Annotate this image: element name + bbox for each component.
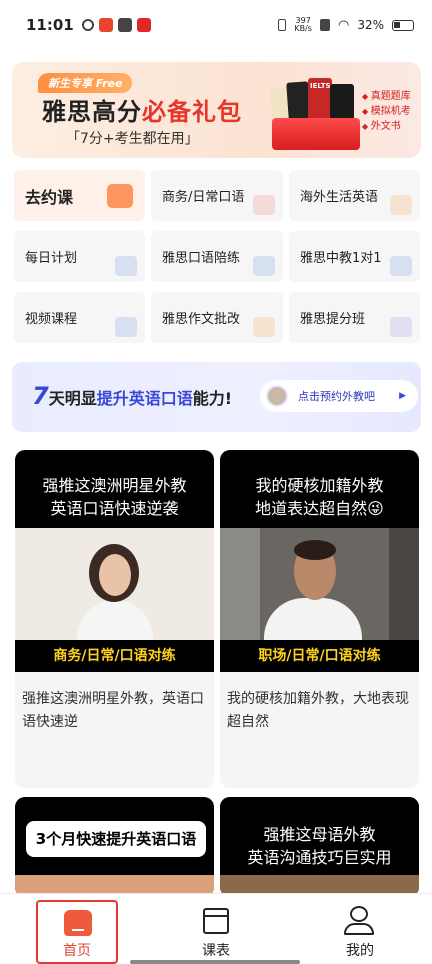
book-icon	[390, 256, 412, 276]
status-bar: 11:01 397 KB/s ◠ 32%	[0, 0, 432, 50]
app-notification-icon	[136, 18, 151, 32]
plane-icon	[390, 195, 412, 215]
banner-title: 雅思高分必备礼包	[42, 98, 242, 126]
gesture-bar[interactable]	[130, 960, 300, 964]
wifi-icon: ◠	[337, 17, 350, 33]
tutor-avatar	[266, 385, 288, 407]
book-tutor-button[interactable]: 点击预约外教吧 ▶	[260, 380, 418, 412]
grid-item-book-class[interactable]: 去约课	[14, 170, 145, 221]
card-headline: 强推这母语外教 英语沟通技巧巨实用	[220, 797, 419, 877]
grid-item-ielts-speaking[interactable]: 雅思口语陪练	[151, 231, 283, 282]
new-user-badge: 新生专享 Free	[38, 73, 133, 93]
feature-grid: 去约课 商务/日常口语 海外生活英语 每日计划 雅思口语陪练 雅思中教1对1 视…	[14, 170, 420, 343]
feature-item: 外文书	[362, 121, 401, 132]
grid-item-overseas-english[interactable]: 海外生活英语	[289, 170, 420, 221]
image-icon	[253, 317, 275, 337]
banner-features: 真题题库 模拟机考 外文书	[362, 89, 411, 134]
tab-home[interactable]: 首页	[36, 900, 118, 964]
video-card[interactable]: 3个月快速提升英语口语	[15, 797, 214, 897]
battery-icon	[392, 19, 414, 31]
play-arrow-icon: ▶	[399, 391, 406, 401]
tab-schedule[interactable]: 课表	[166, 894, 266, 964]
home-icon	[64, 910, 92, 936]
vibrate-icon	[278, 19, 287, 31]
calendar-icon	[107, 184, 133, 208]
banner-subtitle: 「7分+考生都在用」	[66, 131, 199, 147]
book-icon	[115, 256, 137, 276]
sim-icon	[319, 19, 330, 31]
feature-item: 真题题库	[362, 91, 411, 102]
chart-icon	[253, 256, 275, 276]
card-headline: 3个月快速提升英语口语	[26, 821, 206, 857]
user-icon-body	[344, 923, 374, 935]
app-notification-icon	[81, 19, 94, 31]
tutor-photo	[15, 528, 214, 640]
calendar-icon-line	[203, 915, 229, 917]
tutor-photo	[220, 528, 419, 640]
network-speed: 397 KB/s	[294, 16, 312, 33]
card-description: 我的硬核加籍外教，大地表现超自然	[227, 691, 409, 730]
grid-item-business-speaking[interactable]: 商务/日常口语	[151, 170, 283, 221]
card-tag-strip: 职场/日常/口语对练	[220, 640, 419, 672]
video-card[interactable]: 强推这母语外教 英语沟通技巧巨实用	[220, 797, 419, 897]
card-headline: 强推这澳洲明星外教 英语口语快速逆袭	[15, 450, 214, 528]
clock: 11:01	[26, 16, 74, 34]
doc-icon	[390, 317, 412, 337]
user-icon	[350, 906, 368, 922]
calendar-icon	[203, 908, 229, 934]
video-card[interactable]: 我的硬核加籍外教 地道表达超自然😜 职场/日常/口语对练 我的硬核加籍外教，大地…	[220, 450, 419, 788]
grid-item-daily-plan[interactable]: 每日计划	[14, 231, 145, 282]
feature-item: 模拟机考	[362, 106, 411, 117]
video-icon	[115, 317, 137, 337]
mail-icon	[117, 18, 132, 32]
red-envelope-illustration	[272, 118, 360, 150]
promo-text: 7天明显提升英语口语能力!	[32, 382, 233, 410]
gift-pack-banner[interactable]: 新生专享 Free 雅思高分必备礼包 「7分+考生都在用」 IELTS 真题题库…	[12, 62, 421, 158]
card-tag-strip: 商务/日常/口语对练	[15, 640, 214, 672]
card-headline: 我的硬核加籍外教 地道表达超自然😜	[220, 450, 419, 528]
letter-a-icon	[253, 195, 275, 215]
promo-banner[interactable]: 7天明显提升英语口语能力! 点击预约外教吧 ▶	[12, 362, 421, 432]
video-card[interactable]: 强推这澳洲明星外教 英语口语快速逆袭 商务/日常/口语对练 强推这澳洲明星外教，…	[15, 450, 214, 788]
grid-item-score-class[interactable]: 雅思提分班	[289, 292, 420, 343]
grid-item-essay-correction[interactable]: 雅思作文批改	[151, 292, 283, 343]
app-notification-icon	[98, 18, 113, 32]
battery-level: 32%	[357, 18, 384, 32]
grid-item-ielts-1on1[interactable]: 雅思中教1对1	[289, 231, 420, 282]
bottom-tab-bar: 首页 课表 我的	[0, 893, 432, 964]
card-description: 强推这澳洲明星外教，英语口语快速逆	[22, 691, 204, 730]
grid-item-video-courses[interactable]: 视频课程	[14, 292, 145, 343]
tab-profile[interactable]: 我的	[310, 894, 410, 964]
